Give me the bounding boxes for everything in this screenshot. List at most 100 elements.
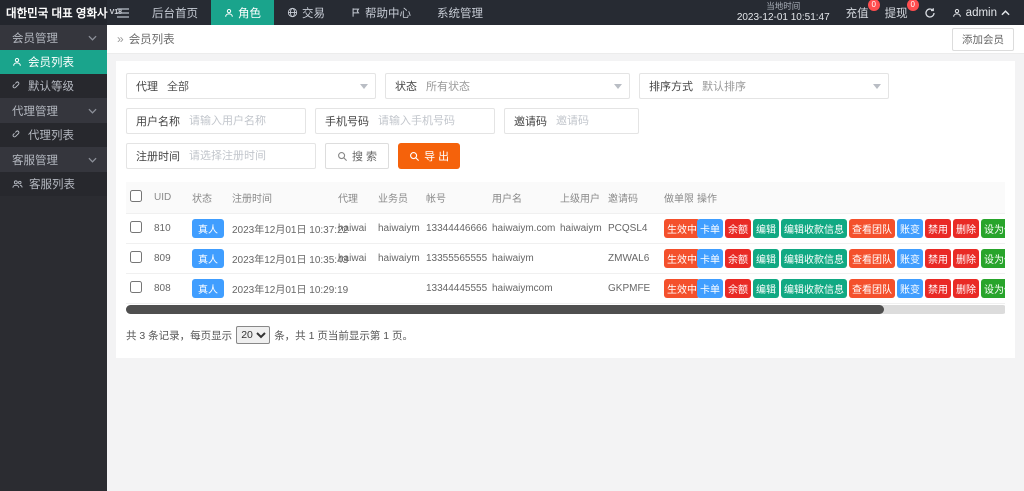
tab-help-center[interactable]: 帮助中心: [338, 0, 424, 25]
disable-button[interactable]: 禁用: [925, 219, 951, 238]
member-list-panel: 代理 全部 状态 所有状态 排序方式 默认排序 用户名称 请输入用户名称 手机号…: [116, 61, 1015, 358]
view-team-button[interactable]: 查看团队: [849, 219, 895, 238]
agent-select-value: 全部: [167, 81, 189, 93]
sidebar-group-label: 会员管理: [12, 32, 58, 45]
pagination: 共 3 条记录，每页显示 20 条，共 1 页当前显示第 1 页。: [126, 326, 1005, 344]
delete-button[interactable]: 删除: [953, 279, 979, 298]
edit-payment-info-button[interactable]: 编辑收款信息: [781, 249, 847, 268]
edit-payment-info-button[interactable]: 编辑收款信息: [781, 279, 847, 298]
account-change-button[interactable]: 账变: [897, 279, 923, 298]
disable-button[interactable]: 禁用: [925, 279, 951, 298]
chevron-down-icon: [88, 108, 97, 114]
withdraw-button[interactable]: 提现 0: [885, 0, 919, 21]
withdraw-badge: 0: [906, 0, 919, 11]
tab-roles[interactable]: 角色: [211, 0, 274, 25]
cell-parent: [556, 273, 604, 304]
cell-username: haiwaiym: [488, 243, 556, 274]
sidebar-toggle-button[interactable]: [107, 0, 139, 25]
edit-button[interactable]: 编辑: [753, 249, 779, 268]
regtime-input[interactable]: [189, 150, 315, 162]
scrollbar-thumb[interactable]: [126, 305, 884, 314]
cell-agent: haiwai: [334, 243, 374, 274]
set-fake-button[interactable]: 设为假人: [981, 249, 1005, 268]
account-change-button[interactable]: 账变: [897, 219, 923, 238]
edit-button[interactable]: 编辑: [753, 279, 779, 298]
sort-filter-label: 排序方式: [649, 81, 693, 93]
invite-code-input[interactable]: [556, 115, 638, 127]
col-header-status: 状态: [188, 182, 228, 214]
limit-status-button[interactable]: 生效中: [664, 219, 700, 238]
add-member-button[interactable]: 添加会员: [952, 27, 1014, 51]
search-button[interactable]: 搜 索: [325, 143, 390, 169]
stuck-order-button[interactable]: 卡单: [697, 219, 723, 238]
local-time: 当地时间 2023-12-01 10:51:47: [736, 1, 830, 23]
export-button-label: 导 出: [424, 151, 450, 163]
delete-button[interactable]: 删除: [953, 249, 979, 268]
col-header-parent: 上级用户: [556, 182, 604, 214]
col-header-username: 用户名: [488, 182, 556, 214]
chevron-down-icon: [873, 83, 881, 89]
sort-select[interactable]: 默认排序: [702, 78, 888, 94]
sidebar-item-label: 会员列表: [28, 57, 74, 69]
tab-label: 后台首页: [152, 7, 198, 20]
balance-button[interactable]: 余额: [725, 249, 751, 268]
export-button[interactable]: 导 出: [398, 143, 461, 169]
chevron-down-icon: [88, 157, 97, 163]
tab-transactions[interactable]: 交易: [274, 0, 338, 25]
page-size-select[interactable]: 20: [236, 326, 271, 344]
edit-button[interactable]: 编辑: [753, 219, 779, 238]
chevron-down-icon: [88, 35, 97, 41]
regtime-filter-label: 注册时间: [136, 151, 180, 163]
select-all-checkbox[interactable]: [130, 190, 142, 202]
view-team-button[interactable]: 查看团队: [849, 249, 895, 268]
tab-system-settings[interactable]: 系统管理: [424, 0, 496, 25]
sidebar-item-agent-list[interactable]: 代理列表: [0, 123, 107, 147]
cell-uid: 809: [150, 243, 188, 274]
status-select[interactable]: 所有状态: [426, 78, 629, 94]
sidebar-item-label: 代理列表: [28, 130, 74, 142]
table-row: 810 真人 2023年12月01日 10:37:22 haiwai haiwa…: [126, 213, 1005, 244]
sidebar-item-member-list[interactable]: 会员列表: [0, 50, 107, 74]
account-change-button[interactable]: 账变: [897, 249, 923, 268]
disable-button[interactable]: 禁用: [925, 249, 951, 268]
row-checkbox[interactable]: [130, 221, 142, 233]
sidebar-group-agent-management[interactable]: 代理管理: [0, 98, 107, 123]
set-fake-button[interactable]: 设为假人: [981, 219, 1005, 238]
horizontal-scrollbar[interactable]: [126, 305, 1005, 314]
sidebar-item-service-list[interactable]: 客服列表: [0, 172, 107, 196]
local-time-value: 2023-12-01 10:51:47: [736, 11, 830, 23]
sidebar-group-member-management[interactable]: 会员管理: [0, 25, 107, 50]
view-team-button[interactable]: 查看团队: [849, 279, 895, 298]
refresh-button[interactable]: [924, 7, 936, 19]
sidebar-group-service-management[interactable]: 客服管理: [0, 147, 107, 172]
cell-regtime: 2023年12月01日 10:29:19: [228, 273, 348, 304]
phone-input[interactable]: [378, 115, 494, 127]
recharge-button[interactable]: 充值 0: [846, 0, 880, 21]
cell-actions: 卡单余额编辑编辑收款信息查看团队账变禁用删除设为假人: [693, 243, 1005, 274]
tab-label: 交易: [302, 7, 325, 20]
balance-button[interactable]: 余额: [725, 279, 751, 298]
tab-dashboard[interactable]: 后台首页: [139, 0, 211, 25]
balance-button[interactable]: 余额: [725, 219, 751, 238]
limit-status-button[interactable]: 生效中: [664, 249, 700, 268]
edit-payment-info-button[interactable]: 编辑收款信息: [781, 219, 847, 238]
agent-filter: 代理 全部: [126, 73, 376, 99]
cell-account: 13344445555: [422, 273, 488, 304]
pagination-suffix: 条，共 1 页当前显示第 1 页。: [274, 329, 414, 342]
limit-status-button[interactable]: 生效中: [664, 279, 700, 298]
username-input[interactable]: [189, 115, 305, 127]
col-header-agent: 代理: [334, 182, 374, 214]
delete-button[interactable]: 删除: [953, 219, 979, 238]
sidebar-item-default-level[interactable]: 默认等级: [0, 74, 107, 98]
cell-parent: haiwaiym: [556, 213, 604, 244]
row-checkbox[interactable]: [130, 251, 142, 263]
chevron-down-icon: [360, 83, 368, 89]
user-menu[interactable]: admin: [952, 7, 1010, 19]
stuck-order-button[interactable]: 卡单: [697, 249, 723, 268]
row-checkbox[interactable]: [130, 281, 142, 293]
topbar: 대한민국 대표 영화사 V18 后台首页 角色 交易 帮助中心 系统管理 当地时…: [0, 0, 1024, 25]
stuck-order-button[interactable]: 卡单: [697, 279, 723, 298]
set-fake-button[interactable]: 设为假人: [981, 279, 1005, 298]
agent-select[interactable]: 全部: [167, 78, 375, 94]
table-header-row: UID 状态 注册时间 代理 业务员 帐号 用户名 上级用户 邀请码 做单限制 …: [126, 182, 1005, 214]
